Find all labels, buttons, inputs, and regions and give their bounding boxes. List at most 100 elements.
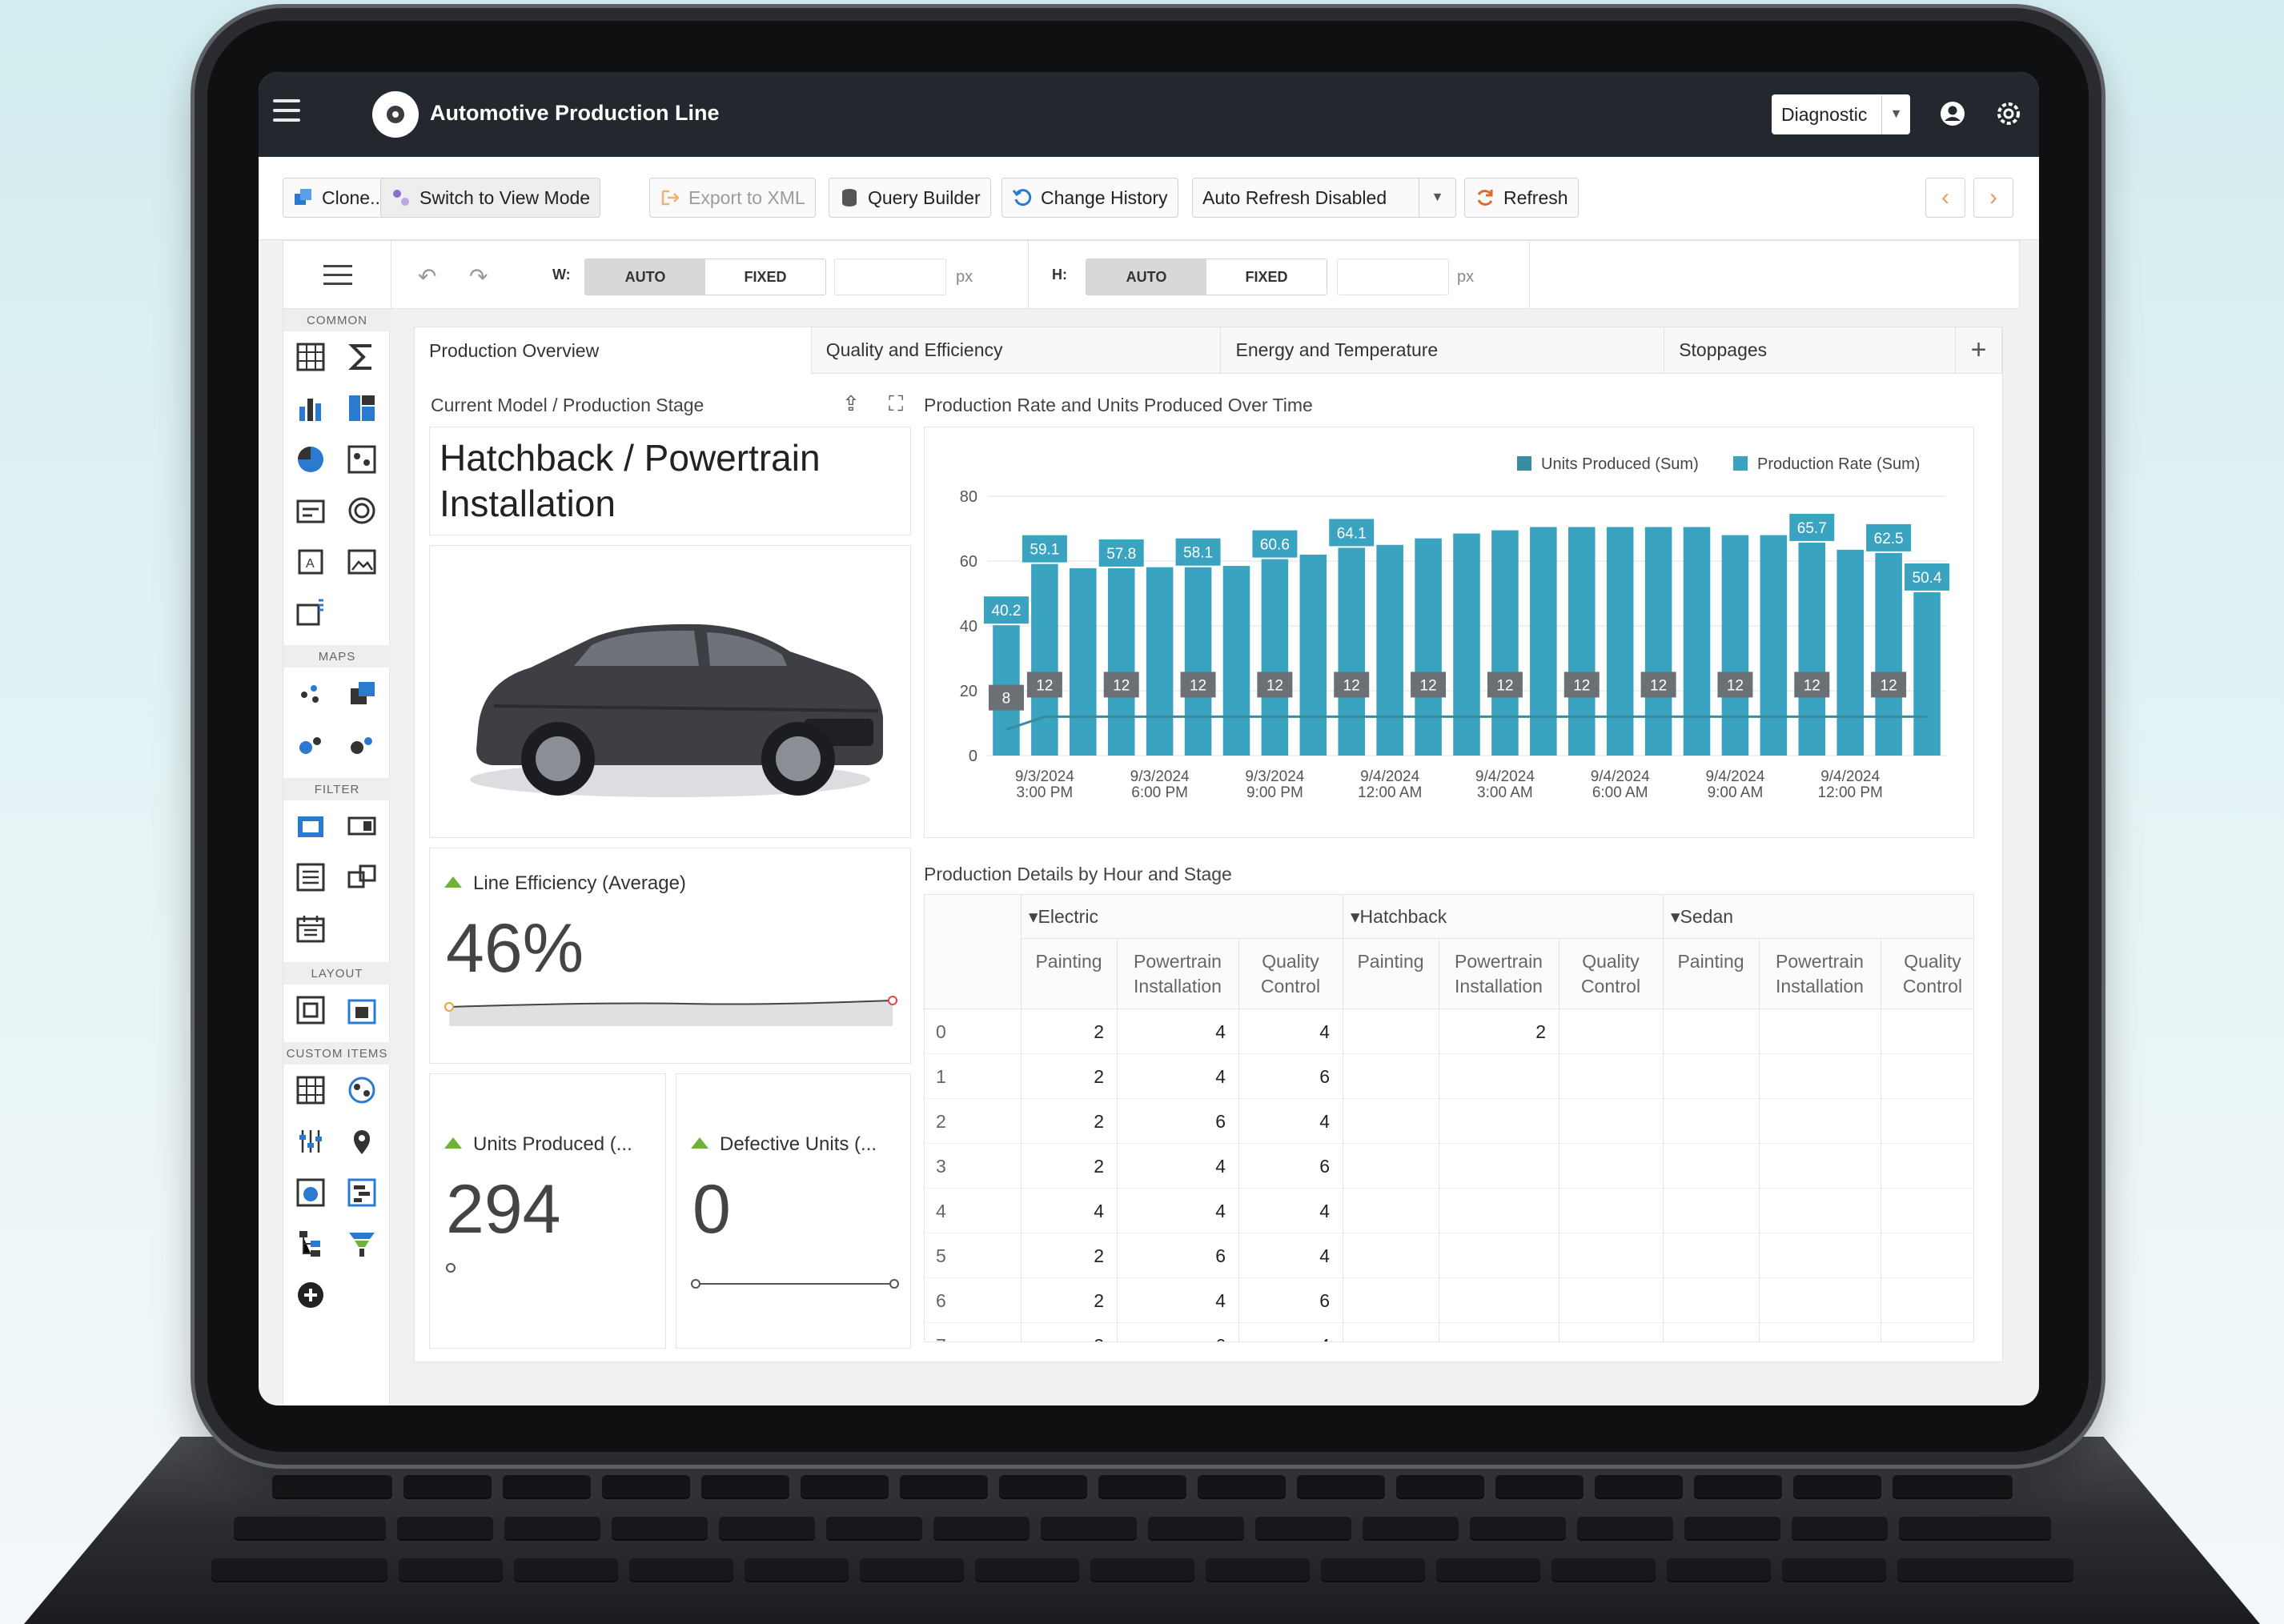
production-rate-bar	[1146, 567, 1174, 756]
card-item-icon[interactable]	[295, 495, 330, 530]
tab-stoppages[interactable]: Stoppages	[1664, 327, 1957, 374]
bound-image-item-icon[interactable]	[295, 597, 330, 632]
funnel-item-icon[interactable]	[346, 1228, 381, 1263]
auto-refresh-select[interactable]: Auto Refresh Disabled ▼	[1192, 178, 1456, 218]
scatter-item-icon[interactable]	[346, 443, 381, 479]
custom-grid-icon[interactable]	[295, 1074, 330, 1109]
dashboard-tabs: Production Overview Quality and Efficien…	[415, 327, 2002, 374]
production-rate-bar	[1644, 527, 1672, 756]
height-mode-toggle[interactable]: AUTO FIXED	[1086, 259, 1327, 295]
production-rate-bar	[1031, 563, 1058, 756]
export-xml-button[interactable]: Export to XML	[649, 178, 816, 218]
height-fixed-option[interactable]: FIXED	[1206, 259, 1327, 295]
sum-item-icon[interactable]	[346, 341, 381, 376]
keyboard	[24, 1437, 2260, 1624]
mode-select[interactable]: Diagnostic ▼	[1772, 94, 1910, 134]
tree-list-item-icon[interactable]	[295, 1228, 330, 1263]
palette-section-common: COMMON	[283, 309, 391, 331]
user-icon[interactable]	[1935, 96, 1970, 131]
image-item-icon[interactable]	[346, 546, 381, 581]
production-rate-bar	[1338, 547, 1366, 756]
screen: Automotive Production Line Diagnostic ▼ …	[259, 72, 2039, 1405]
add-tab-icon[interactable]: +	[1956, 327, 2002, 374]
grid-row-divider	[925, 1322, 1973, 1323]
web-page-item-icon[interactable]	[295, 1177, 330, 1212]
units-data-label: 12	[1650, 677, 1667, 694]
choropleth-map-icon[interactable]	[346, 677, 381, 712]
history-icon	[1012, 187, 1033, 208]
pie-chart-item-icon[interactable]	[295, 443, 330, 479]
map-pin-icon[interactable]	[346, 1125, 381, 1161]
group-item-icon[interactable]	[295, 994, 330, 1029]
gauge-item-icon[interactable]	[346, 495, 381, 530]
y-tick-label: 20	[960, 683, 977, 700]
chevron-right-icon[interactable]: ›	[1973, 178, 2013, 218]
gear-icon[interactable]	[1991, 96, 2026, 131]
combo-box-filter-icon[interactable]	[346, 810, 381, 845]
grid-column-header: Painting	[1677, 951, 1744, 972]
pie-map-icon[interactable]	[346, 728, 381, 764]
range-filter-icon[interactable]	[295, 810, 330, 845]
maximize-icon[interactable]: ⛶	[889, 391, 903, 417]
bar-chart-item-icon[interactable]	[295, 392, 330, 427]
list-box-filter-icon[interactable]	[295, 861, 330, 896]
production-rate-bar	[1222, 566, 1250, 756]
chevron-down-icon[interactable]: ▼	[1419, 178, 1455, 217]
width-mode-toggle[interactable]: AUTO FIXED	[584, 259, 826, 295]
network-item-icon[interactable]	[346, 1074, 381, 1109]
gantt-item-icon[interactable]	[346, 1177, 381, 1212]
add-item-icon[interactable]	[295, 1279, 330, 1314]
refresh-icon	[1475, 187, 1495, 208]
grid-cell: 4	[1215, 1156, 1226, 1177]
geo-point-map-icon[interactable]	[295, 677, 330, 712]
view-mode-button[interactable]: Switch to View Mode	[380, 178, 601, 218]
production-rate-bar	[1760, 535, 1788, 756]
width-fixed-option[interactable]: FIXED	[705, 259, 825, 295]
rate-data-label: 64.1	[1337, 525, 1367, 542]
tab-quality-efficiency[interactable]: Quality and Efficiency	[811, 327, 1222, 374]
car-image-card	[429, 545, 911, 838]
bubble-map-icon[interactable]	[295, 728, 330, 764]
chevron-down-icon[interactable]: ▼	[1881, 94, 1910, 134]
grid-cell: 2	[1094, 1111, 1104, 1132]
sliders-item-icon[interactable]	[295, 1125, 330, 1161]
clone-button[interactable]: Clone...	[283, 178, 396, 218]
toolbox-menu-icon[interactable]	[323, 265, 352, 287]
treemap-item-icon[interactable]	[346, 392, 381, 427]
height-input[interactable]	[1337, 259, 1449, 295]
grid-column-header: Quality Control	[1580, 951, 1641, 996]
production-pivot-grid: ▾Electric▾Hatchback▾Sedan▾SPaintingPower…	[924, 894, 1974, 1342]
width-auto-option[interactable]: AUTO	[585, 259, 705, 295]
designer-bar: ↶ ↷ W: AUTO FIXED px H: AUTO FIXED px	[283, 240, 2020, 310]
tab-energy-temperature[interactable]: Energy and Temperature	[1221, 327, 1665, 374]
undo-icon[interactable]: ↶	[418, 263, 436, 290]
model-card: Hatchback / Powertrain Installation	[429, 427, 911, 535]
change-history-button[interactable]: Change History	[1002, 178, 1178, 218]
tree-view-filter-icon[interactable]	[346, 861, 381, 896]
grid-row-header: 3	[936, 1156, 946, 1177]
text-box-item-icon[interactable]: A	[295, 546, 330, 581]
export-icon	[660, 187, 680, 208]
units-data-label: 12	[1036, 677, 1053, 694]
units-data-label: 12	[1266, 677, 1283, 694]
grid-item-icon[interactable]	[295, 341, 330, 376]
grid-divider	[1021, 938, 1973, 939]
grid-cell: 6	[1319, 1156, 1330, 1177]
date-filter-icon[interactable]	[295, 912, 330, 948]
height-auto-option[interactable]: AUTO	[1086, 259, 1206, 295]
grid-row-header: 7	[936, 1335, 946, 1341]
refresh-button[interactable]: Refresh	[1464, 178, 1579, 218]
width-input[interactable]	[834, 259, 946, 295]
units-data-label: 12	[1343, 677, 1360, 694]
chevron-left-icon[interactable]: ‹	[1925, 178, 1965, 218]
tab-container-icon[interactable]	[346, 994, 381, 1029]
redo-icon[interactable]: ↷	[469, 263, 488, 290]
menu-icon[interactable]	[273, 99, 300, 123]
rate-data-label: 57.8	[1106, 546, 1136, 563]
tab-production-overview[interactable]: Production Overview	[415, 327, 812, 374]
defective-units-value: 0	[692, 1171, 731, 1248]
clone-label: Clone...	[322, 186, 386, 208]
export-icon[interactable]: ⇪	[842, 391, 860, 416]
query-builder-button[interactable]: Query Builder	[829, 178, 991, 218]
production-rate-bar	[1491, 530, 1519, 756]
